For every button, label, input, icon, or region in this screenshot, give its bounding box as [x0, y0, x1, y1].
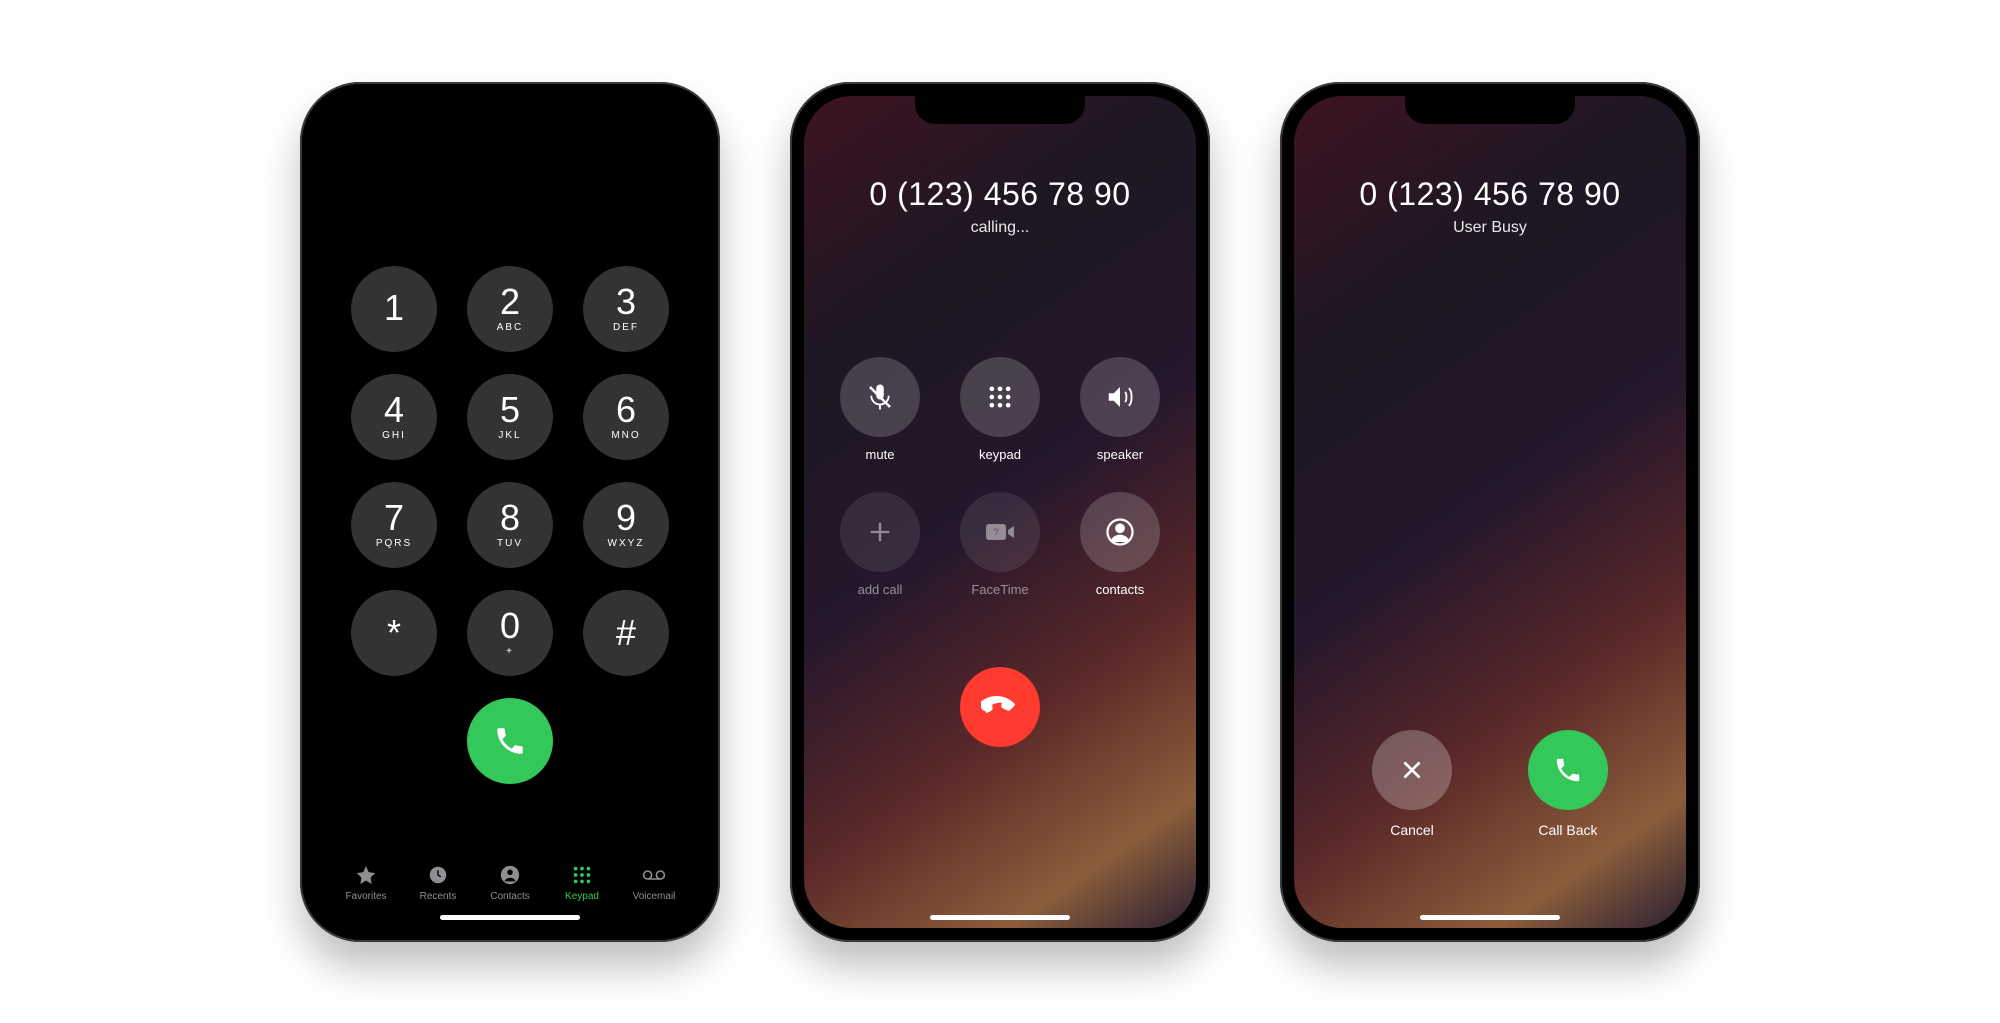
tab-favorites[interactable]: Favorites	[330, 863, 402, 902]
phone-busy: 0 (123) 456 78 90 User Busy Cancel Call …	[1280, 82, 1700, 942]
voicemail-icon	[642, 863, 666, 887]
busy-number: 0 (123) 456 78 90	[1294, 176, 1686, 213]
key-4[interactable]: 4GHI	[351, 374, 437, 460]
tab-recents[interactable]: Recents	[402, 863, 474, 902]
key-6[interactable]: 6MNO	[583, 374, 669, 460]
key-2[interactable]: 2ABC	[467, 266, 553, 352]
phone-dialer: 1 2ABC 3DEF 4GHI 5JKL 6MNO 7PQRS 8TUV 9W…	[300, 82, 720, 942]
add-call-button[interactable]: add call	[840, 492, 920, 597]
home-indicator[interactable]	[1420, 915, 1560, 920]
close-icon	[1399, 757, 1425, 783]
tab-contacts[interactable]: Contacts	[474, 863, 546, 902]
busy-actions: Cancel Call Back	[1294, 730, 1686, 838]
phone-calling: 0 (123) 456 78 90 calling... mute keypad…	[790, 82, 1210, 942]
mute-icon	[865, 382, 895, 412]
action-label: contacts	[1096, 582, 1144, 597]
key-3[interactable]: 3DEF	[583, 266, 669, 352]
key-9[interactable]: 9WXYZ	[583, 482, 669, 568]
action-label: speaker	[1097, 447, 1143, 462]
tab-label: Recents	[420, 891, 457, 902]
end-call-button[interactable]	[960, 667, 1040, 747]
cancel-button[interactable]: Cancel	[1372, 730, 1452, 838]
busy-status: User Busy	[1294, 219, 1686, 237]
keypad-icon	[570, 863, 594, 887]
phone-icon	[1553, 755, 1583, 785]
calling-number: 0 (123) 456 78 90	[804, 176, 1196, 213]
speaker-icon	[1105, 382, 1135, 412]
calling-status: calling...	[804, 219, 1196, 237]
action-label: mute	[866, 447, 895, 462]
key-8[interactable]: 8TUV	[467, 482, 553, 568]
svg-text:?: ?	[993, 527, 998, 537]
notch	[915, 96, 1085, 124]
busy-header: 0 (123) 456 78 90 User Busy	[1294, 176, 1686, 237]
screen-calling: 0 (123) 456 78 90 calling... mute keypad…	[804, 96, 1196, 928]
screen-busy: 0 (123) 456 78 90 User Busy Cancel Call …	[1294, 96, 1686, 928]
notch	[1405, 96, 1575, 124]
tab-label: Voicemail	[633, 891, 676, 902]
contacts-button[interactable]: contacts	[1080, 492, 1160, 597]
tab-label: Favorites	[345, 891, 386, 902]
facetime-button[interactable]: ? FaceTime	[960, 492, 1040, 597]
notch	[425, 96, 595, 124]
star-icon	[354, 863, 378, 887]
contact-icon	[498, 863, 522, 887]
callback-label: Call Back	[1538, 822, 1597, 838]
action-label: keypad	[979, 447, 1021, 462]
clock-icon	[426, 863, 450, 887]
screen-dialer: 1 2ABC 3DEF 4GHI 5JKL 6MNO 7PQRS 8TUV 9W…	[314, 96, 706, 928]
callback-button[interactable]: Call Back	[1528, 730, 1608, 838]
cancel-label: Cancel	[1390, 822, 1434, 838]
hangup-icon	[981, 688, 1019, 726]
action-label: FaceTime	[971, 582, 1028, 597]
key-0[interactable]: 0+	[467, 590, 553, 676]
contact-icon	[1105, 517, 1135, 547]
mute-button[interactable]: mute	[840, 357, 920, 462]
call-action-grid: mute keypad speaker add call ? FaceTime …	[840, 357, 1160, 597]
keypad-button[interactable]: keypad	[960, 357, 1040, 462]
key-7[interactable]: 7PQRS	[351, 482, 437, 568]
dial-call-button[interactable]	[467, 698, 553, 784]
plus-icon	[866, 518, 894, 546]
speaker-button[interactable]: speaker	[1080, 357, 1160, 462]
keypad-grid: 1 2ABC 3DEF 4GHI 5JKL 6MNO 7PQRS 8TUV 9W…	[314, 266, 706, 676]
key-star[interactable]: *	[351, 590, 437, 676]
action-label: add call	[858, 582, 903, 597]
home-indicator[interactable]	[440, 915, 580, 920]
keypad-icon	[986, 383, 1014, 411]
key-hash[interactable]: #	[583, 590, 669, 676]
tab-voicemail[interactable]: Voicemail	[618, 863, 690, 902]
tab-label: Contacts	[490, 891, 529, 902]
tab-keypad[interactable]: Keypad	[546, 863, 618, 902]
key-1[interactable]: 1	[351, 266, 437, 352]
tab-label: Keypad	[565, 891, 599, 902]
call-header: 0 (123) 456 78 90 calling...	[804, 176, 1196, 237]
key-5[interactable]: 5JKL	[467, 374, 553, 460]
phone-icon	[493, 724, 527, 758]
home-indicator[interactable]	[930, 915, 1070, 920]
facetime-icon: ?	[984, 520, 1016, 544]
